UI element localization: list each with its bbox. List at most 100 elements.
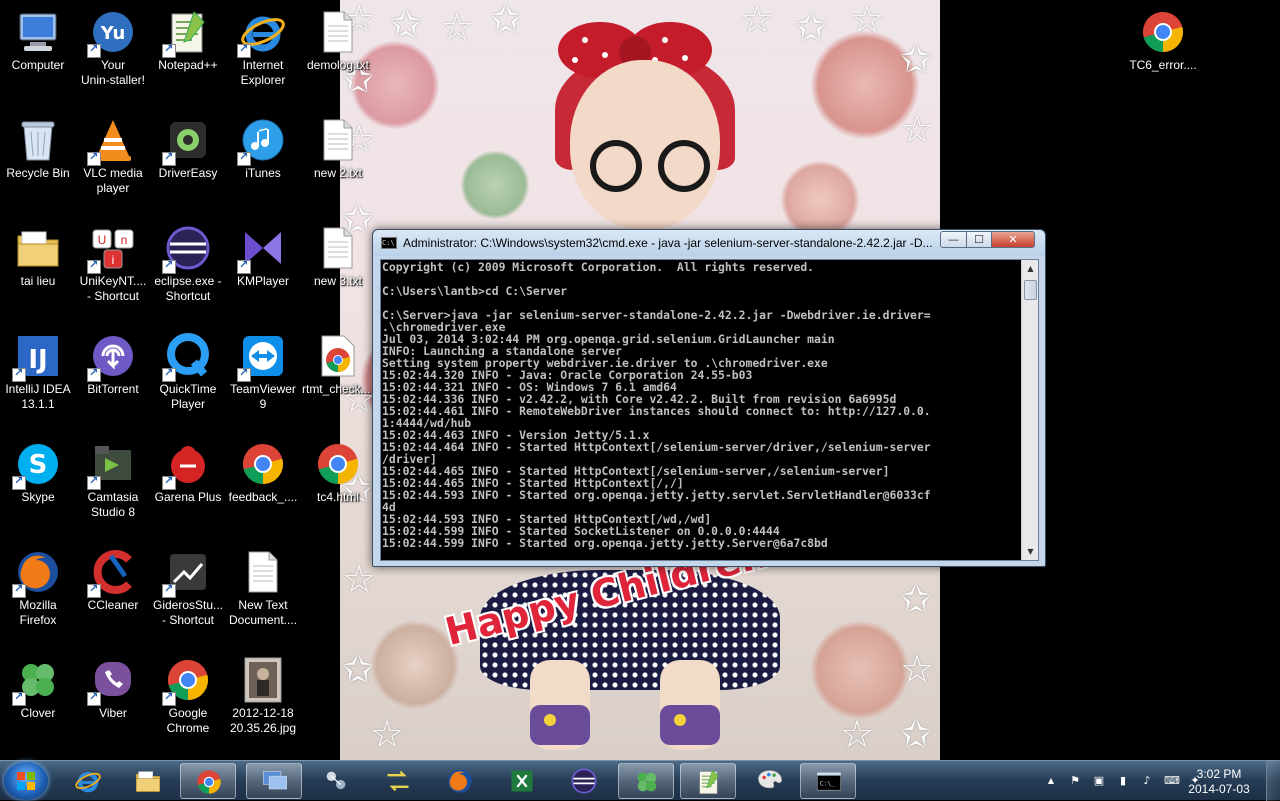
drivereasy-icon <box>162 116 212 166</box>
cmd-titlebar[interactable]: C:\ Administrator: C:\Windows\system32\c… <box>373 230 1045 256</box>
desktop-icon-clover[interactable]: Clover <box>0 648 76 721</box>
cmd-console[interactable]: Copyright (c) 2009 Microsoft Corporation… <box>380 259 1039 561</box>
scroll-down-arrow-icon[interactable]: ▼ <box>1022 543 1038 560</box>
desktop-icon-giderosstu[interactable]: GiderosStu...- Shortcut <box>150 540 226 628</box>
clock-date: 2014-07-03 <box>1188 782 1250 796</box>
desktop-icon-feedback[interactable]: feedback_.... <box>225 432 301 505</box>
desktop-icon-rtmt-check[interactable]: rtmt_check.... <box>300 324 376 397</box>
shortcut-arrow-icon <box>237 366 251 382</box>
desktop-icon-drivereasy[interactable]: DriverEasy <box>150 108 226 181</box>
desktop-icon-internet[interactable]: InternetExplorer <box>225 0 301 88</box>
desktop-icon-label: TeamViewer 9 <box>230 382 296 411</box>
desktop-icon-tc6-error[interactable]: TC6_error.... <box>1125 0 1201 73</box>
scroll-thumb[interactable] <box>1024 280 1037 300</box>
folder-icon <box>14 224 62 272</box>
show-hidden-icon[interactable]: ▲ <box>1044 774 1058 788</box>
shortcut-arrow-icon <box>12 690 26 706</box>
start-button[interactable] <box>4 762 48 800</box>
desktop-icon-your[interactable]: Yu YourUnin-staller! <box>75 0 151 88</box>
taskbar-eclipse[interactable] <box>556 763 612 799</box>
shortcut-arrow-icon <box>162 258 176 274</box>
scroll-up-arrow-icon[interactable]: ▲ <box>1022 260 1038 277</box>
shortcut-arrow-icon <box>87 42 101 58</box>
signal-icon[interactable]: ▮ <box>1116 774 1130 788</box>
desktop-icon-eclipse-exe[interactable]: eclipse.exe -Shortcut <box>150 216 226 304</box>
desktop-icon-computer[interactable]: Computer <box>0 0 76 73</box>
star-icon: ☆ <box>342 557 377 601</box>
clock[interactable]: 3:02 PM 2014-07-03 <box>1188 767 1250 797</box>
text-file-icon <box>314 224 362 272</box>
svg-text:S: S <box>29 450 48 480</box>
speaker-icon[interactable]: ♪ <box>1140 774 1154 788</box>
desktop-icon-label: Camtasia Studio 8 <box>87 490 139 519</box>
desktop-icon-new-3-txt[interactable]: new 3.txt <box>300 216 376 289</box>
desktop-icon-google[interactable]: GoogleChrome <box>150 648 226 736</box>
desktop-icon-tc4-html[interactable]: tc4.html <box>300 432 376 505</box>
desktop-icon-garena-plus[interactable]: Garena Plus <box>150 432 226 505</box>
chrome-icon <box>195 768 223 796</box>
taskbar-chrome[interactable] <box>180 763 236 799</box>
taskbar-ie[interactable] <box>60 763 116 799</box>
security-icon[interactable]: ⚑ <box>1068 774 1082 788</box>
desktop-icon-viber[interactable]: Viber <box>75 648 151 721</box>
chrome-icon <box>162 656 212 706</box>
desktop-icon-skype[interactable]: S Skype <box>0 432 76 505</box>
close-button[interactable]: ✕ <box>991 231 1035 248</box>
cmd-window-title: Administrator: C:\Windows\system32\cmd.e… <box>403 236 933 250</box>
desktop-icon-teamviewer[interactable]: TeamViewer9 <box>225 324 301 412</box>
cmd-scrollbar[interactable]: ▲ ▼ <box>1021 260 1038 560</box>
taskbar-network-app[interactable] <box>308 763 364 799</box>
desktop[interactable]: ☆ ✩ ☆ ✩ ☆ ✩ ☆ ✩ ✩ ☆ ✩ ☆ ✩ ☆ ✩ ☆ ☆ ✩ ☆ ✩ … <box>0 0 1280 760</box>
taskbar-firefox[interactable] <box>432 763 488 799</box>
desktop-icon-kmplayer[interactable]: KMPlayer <box>225 216 301 289</box>
uninstaller-icon: Yu <box>87 8 137 58</box>
shortcut-arrow-icon <box>12 582 26 598</box>
taskbar-explorer[interactable] <box>120 763 176 799</box>
taskbar-network-transfer[interactable] <box>370 763 426 799</box>
svg-text:C:\_: C:\_ <box>820 780 836 788</box>
desktop-icon-vlc-media[interactable]: VLC mediaplayer <box>75 108 151 196</box>
desktop-icon-label: Mozilla Firefox <box>19 598 57 627</box>
desktop-icon-new-2-txt[interactable]: new 2.txt <box>300 108 376 181</box>
garena-icon <box>162 440 212 490</box>
taskbar-cmd[interactable]: C:\_ <box>800 763 856 799</box>
glasses-left <box>590 140 642 192</box>
input-icon[interactable]: ⌨ <box>1164 774 1180 788</box>
desktop-icon-intellij-idea[interactable]: IJ IntelliJ IDEA13.1.1 <box>0 324 76 412</box>
shortcut-arrow-icon <box>87 150 101 166</box>
taskbar-remote-desktop[interactable] <box>246 763 302 799</box>
shortcut-arrow-icon <box>237 42 251 58</box>
desktop-icon-tai-lieu[interactable]: tai lieu <box>0 216 76 289</box>
desktop-icon-new-text[interactable]: New Text Document.... <box>225 540 301 628</box>
minimize-button[interactable]: — <box>940 231 967 248</box>
desktop-icon-notepad[interactable]: Notepad++ <box>150 0 226 73</box>
desktop-icon-label: demolog.txt <box>306 58 370 72</box>
desktop-icon-ccleaner[interactable]: CCleaner <box>75 540 151 613</box>
console-line: 15:02:44.593 INFO - Started org.openqa.j… <box>382 488 931 502</box>
usb-icon[interactable]: ▣ <box>1092 774 1106 788</box>
desktop-icon-unikeynt[interactable]: UniUniKeyNT....- Shortcut <box>75 216 151 304</box>
shortcut-arrow-icon <box>237 150 251 166</box>
desktop-icon-camtasia[interactable]: CamtasiaStudio 8 <box>75 432 151 520</box>
desktop-icon-quicktime[interactable]: QuickTimePlayer <box>150 324 226 412</box>
desktop-icon-2012-12-18[interactable]: 2012-12-18 20.35.26.jpg <box>225 648 301 736</box>
cmd-window[interactable]: C:\ Administrator: C:\Windows\system32\c… <box>372 229 1046 567</box>
desktop-icon-bittorrent[interactable]: BitTorrent <box>75 324 151 397</box>
taskbar-notepadpp[interactable] <box>680 763 736 799</box>
desktop-icon-mozilla[interactable]: MozillaFirefox <box>0 540 76 628</box>
desktop-icon-itunes[interactable]: iTunes <box>225 108 301 181</box>
desktop-icon-recycle-bin[interactable]: Recycle Bin <box>0 108 76 181</box>
notepadpp-icon <box>162 8 212 58</box>
show-desktop-button[interactable] <box>1266 761 1280 801</box>
desktop-icon-label: DriverEasy <box>158 166 218 180</box>
desktop-icon-demolog-txt[interactable]: demolog.txt <box>300 0 376 73</box>
taskbar-clover[interactable] <box>618 763 674 799</box>
taskbar-excel[interactable] <box>494 763 550 799</box>
shortcut-arrow-icon <box>162 690 176 706</box>
taskbar-paint[interactable] <box>742 763 798 799</box>
shortcut-arrow-icon <box>162 366 176 382</box>
transfer-icon <box>384 767 412 795</box>
star-icon: ✩ <box>490 0 522 41</box>
maximize-button[interactable]: ☐ <box>966 231 992 248</box>
shortcut-arrow-icon <box>12 474 26 490</box>
